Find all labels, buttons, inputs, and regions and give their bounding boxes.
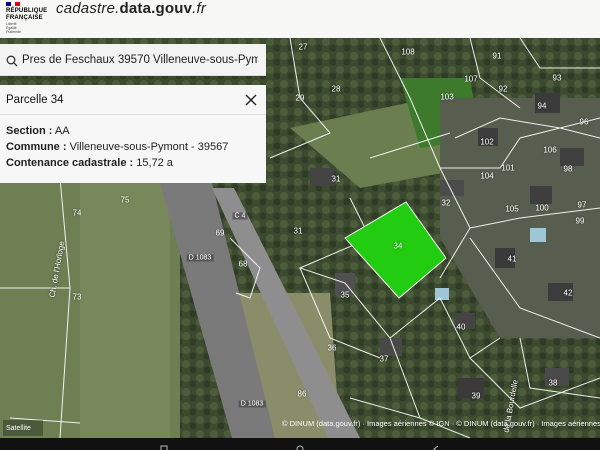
parcel-number[interactable]: 38: [549, 379, 558, 388]
home-icon[interactable]: [296, 440, 304, 450]
parcel-number[interactable]: 91: [493, 52, 502, 61]
parcel-number[interactable]: 108: [401, 48, 414, 57]
road-label-d1083: D 1083: [238, 400, 266, 408]
top-bar: RÉPUBLIQUE FRANÇAISE Liberté Égalité Frater…: [0, 0, 600, 38]
parcel-number[interactable]: 75: [121, 196, 130, 205]
road-label-c4: C 4: [232, 212, 248, 220]
back-icon[interactable]: [432, 440, 440, 450]
logo-motto: Liberté Égalité Fraternité: [6, 22, 21, 34]
parcel-number[interactable]: 105: [505, 205, 518, 214]
parcel-info-panel: Parcelle 34 Section : AA Commune : Ville…: [0, 85, 266, 183]
logo-text: RÉPUBLIQUE FRANÇAISE: [6, 8, 48, 21]
commune-value: Villeneuve-sous-Pymont - 39567: [69, 141, 229, 153]
parcel-details: Section : AA Commune : Villeneuve-sous-P…: [0, 115, 266, 179]
republique-francaise-logo[interactable]: RÉPUBLIQUE FRANÇAISE Liberté Égalité Frater…: [4, 2, 48, 34]
parcel-number[interactable]: 42: [564, 289, 573, 298]
parcel-number[interactable]: 27: [299, 43, 308, 52]
parcel-number[interactable]: 102: [480, 138, 493, 147]
satellite-label: Satellite: [6, 424, 31, 432]
commune-row: Commune : Villeneuve-sous-Pymont - 39567: [6, 139, 260, 155]
address-search-bar[interactable]: [0, 44, 266, 76]
search-input[interactable]: [22, 53, 258, 66]
parcel-number[interactable]: 73: [73, 293, 82, 302]
section-row: Section : AA: [6, 123, 260, 139]
parcel-number[interactable]: 92: [499, 85, 508, 94]
parcel-number[interactable]: 99: [576, 217, 585, 226]
parcel-number[interactable]: 31: [294, 227, 303, 236]
section-label: Section :: [6, 125, 53, 137]
parcel-number[interactable]: 74: [73, 209, 82, 218]
parcel-panel-header: Parcelle 34: [0, 85, 266, 115]
parcel-number[interactable]: 96: [580, 118, 589, 127]
parcel-number[interactable]: 97: [578, 201, 587, 210]
parcel-number[interactable]: 39: [472, 392, 481, 401]
parcel-number[interactable]: 29: [296, 94, 305, 103]
parcel-number[interactable]: 31: [332, 175, 341, 184]
parcel-number[interactable]: 104: [480, 172, 493, 181]
parcel-number[interactable]: 107: [464, 75, 477, 84]
parcel-number[interactable]: 93: [553, 74, 562, 83]
recent-apps-icon[interactable]: [160, 440, 168, 450]
parcel-number[interactable]: 35: [341, 291, 350, 300]
parcel-number[interactable]: 106: [543, 146, 556, 155]
contenance-row: Contenance cadastrale : 15,72 a: [6, 155, 260, 171]
parcel-number[interactable]: 100: [535, 204, 548, 213]
system-navigation-bar: [0, 438, 600, 450]
parcel-number[interactable]: 69: [216, 229, 225, 238]
parcel-number[interactable]: 40: [457, 323, 466, 332]
parcel-number-selected[interactable]: 34: [394, 242, 403, 251]
parcel-number[interactable]: 37: [380, 355, 389, 364]
contenance-label: Contenance cadastrale :: [6, 157, 134, 169]
parcel-number[interactable]: 103: [440, 93, 453, 102]
parcel-number[interactable]: 68: [239, 260, 248, 269]
flag-icon: [6, 2, 21, 6]
commune-label: Commune :: [6, 141, 67, 153]
parcel-number[interactable]: 86: [298, 390, 307, 399]
parcel-number[interactable]: 98: [564, 165, 573, 174]
search-icon[interactable]: [6, 54, 18, 66]
satellite-toggle-button[interactable]: Satellite: [3, 420, 43, 436]
parcel-number[interactable]: 41: [508, 255, 517, 264]
road-label-d1083: D 1083: [186, 254, 214, 262]
map-attribution: © DINUM (data.gouv.fr) · Images aérienne…: [282, 419, 600, 428]
close-icon[interactable]: [244, 93, 258, 107]
contenance-value: 15,72 a: [136, 157, 173, 169]
parcel-number[interactable]: 36: [328, 344, 337, 353]
site-brand[interactable]: cadastre.data.gouv.fr: [56, 0, 206, 17]
parcel-number[interactable]: 28: [332, 85, 341, 94]
section-value: AA: [54, 125, 70, 137]
parcel-title: Parcelle 34: [6, 93, 64, 106]
parcel-number[interactable]: 32: [442, 199, 451, 208]
parcel-number[interactable]: 101: [501, 164, 514, 173]
parcel-number[interactable]: 94: [538, 102, 547, 111]
